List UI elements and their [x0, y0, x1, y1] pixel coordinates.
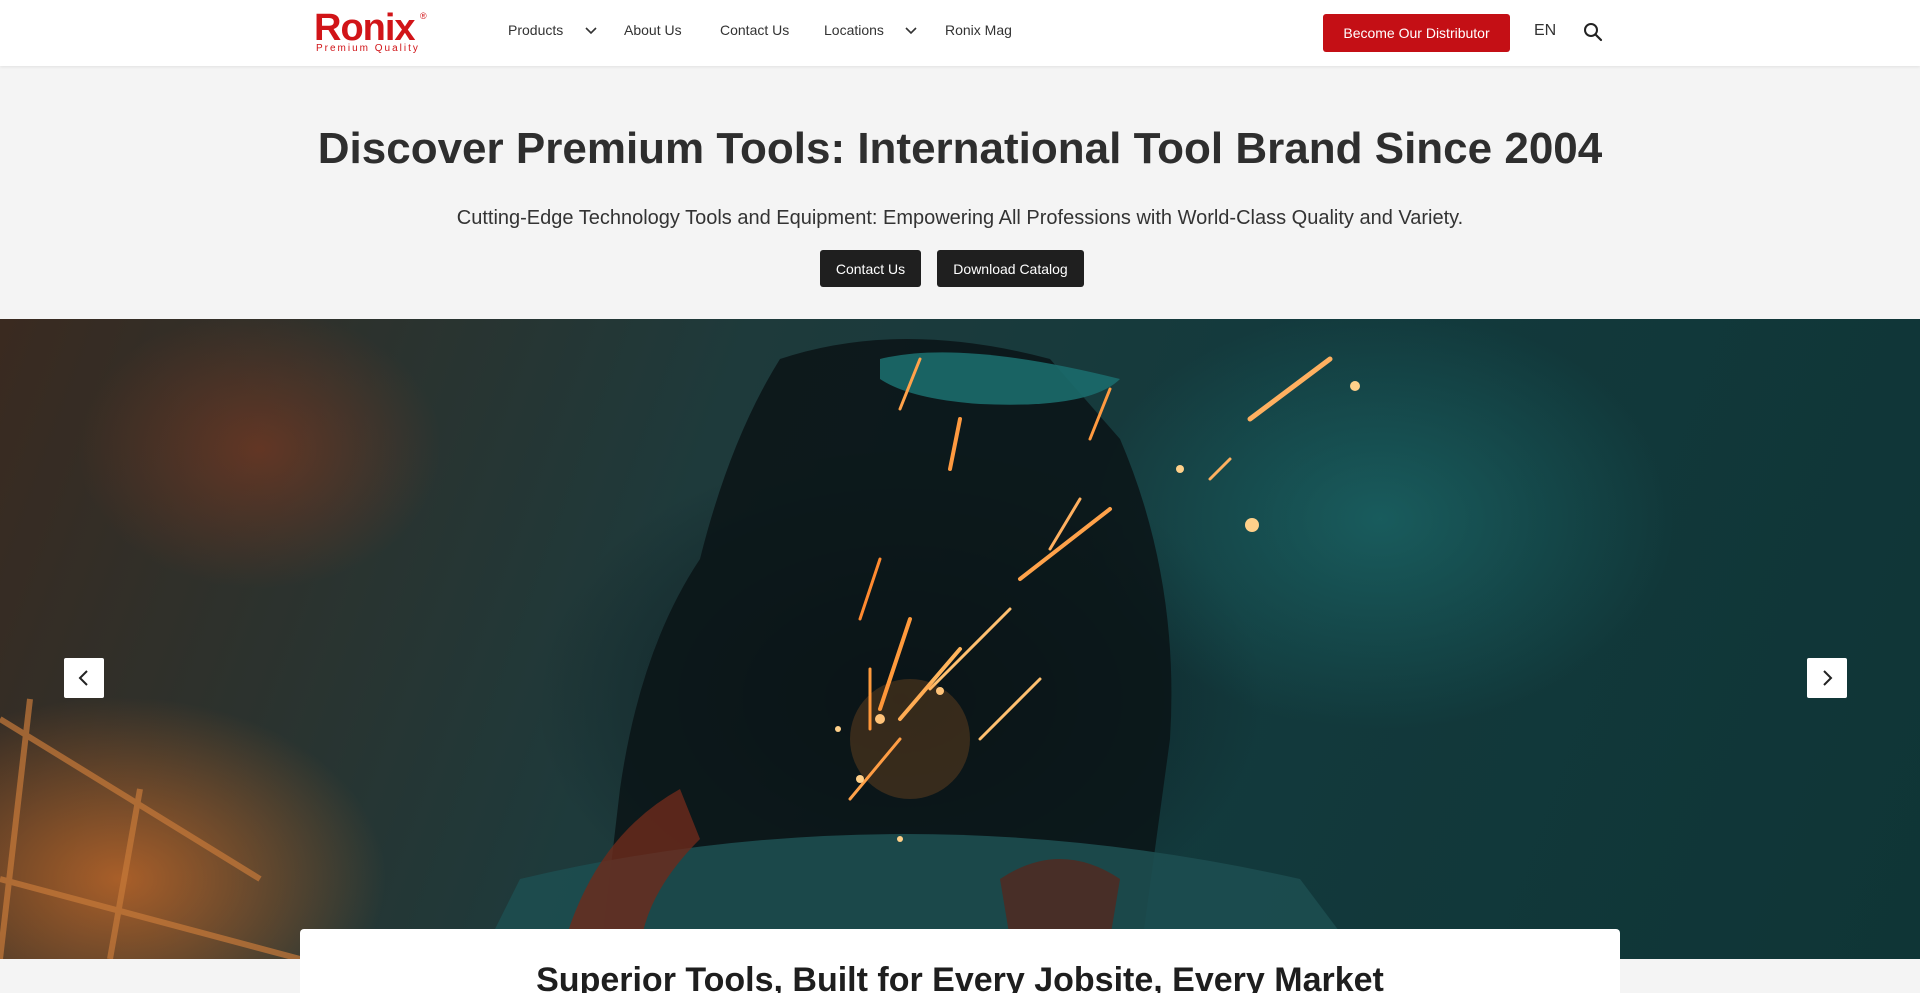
ronix-logo[interactable]: Ronix ® Premium Quality [314, 7, 430, 55]
become-distributor-button[interactable]: Become Our Distributor [1323, 14, 1510, 52]
nav-item-ronix-mag[interactable]: Ronix Mag [945, 22, 1012, 38]
language-selector[interactable]: EN [1534, 22, 1556, 40]
section-card: Superior Tools, Built for Every Jobsite,… [300, 929, 1620, 993]
section-title: Superior Tools, Built for Every Jobsite,… [536, 961, 1384, 993]
hero-title: Discover Premium Tools: International To… [317, 124, 1603, 173]
hero-subtitle: Cutting-Edge Technology Tools and Equipm… [456, 207, 1464, 229]
welder-grinding-sparks-image [0, 339, 1360, 959]
chevron-right-icon [1823, 670, 1833, 686]
chevron-down-icon[interactable] [584, 26, 598, 36]
hero-contact-us-button[interactable]: Contact Us [820, 250, 921, 287]
slider-next-button[interactable] [1807, 658, 1847, 698]
nav-item-contact-us[interactable]: Contact Us [720, 22, 789, 38]
top-navigation: Ronix ® Premium Quality Products About U… [0, 0, 1920, 66]
search-icon[interactable] [1582, 21, 1604, 43]
logo-tagline: Premium Quality [316, 43, 420, 54]
logo-registered-mark: ® [420, 11, 427, 21]
slider-prev-button[interactable] [64, 658, 104, 698]
chevron-down-icon[interactable] [904, 26, 918, 36]
chevron-left-icon [78, 670, 88, 686]
nav-item-products[interactable]: Products [508, 22, 563, 38]
hero-slider[interactable] [0, 319, 1920, 959]
nav-item-locations[interactable]: Locations [824, 22, 884, 38]
nav-item-about-us[interactable]: About Us [624, 22, 682, 38]
download-catalog-button[interactable]: Download Catalog [937, 250, 1084, 287]
